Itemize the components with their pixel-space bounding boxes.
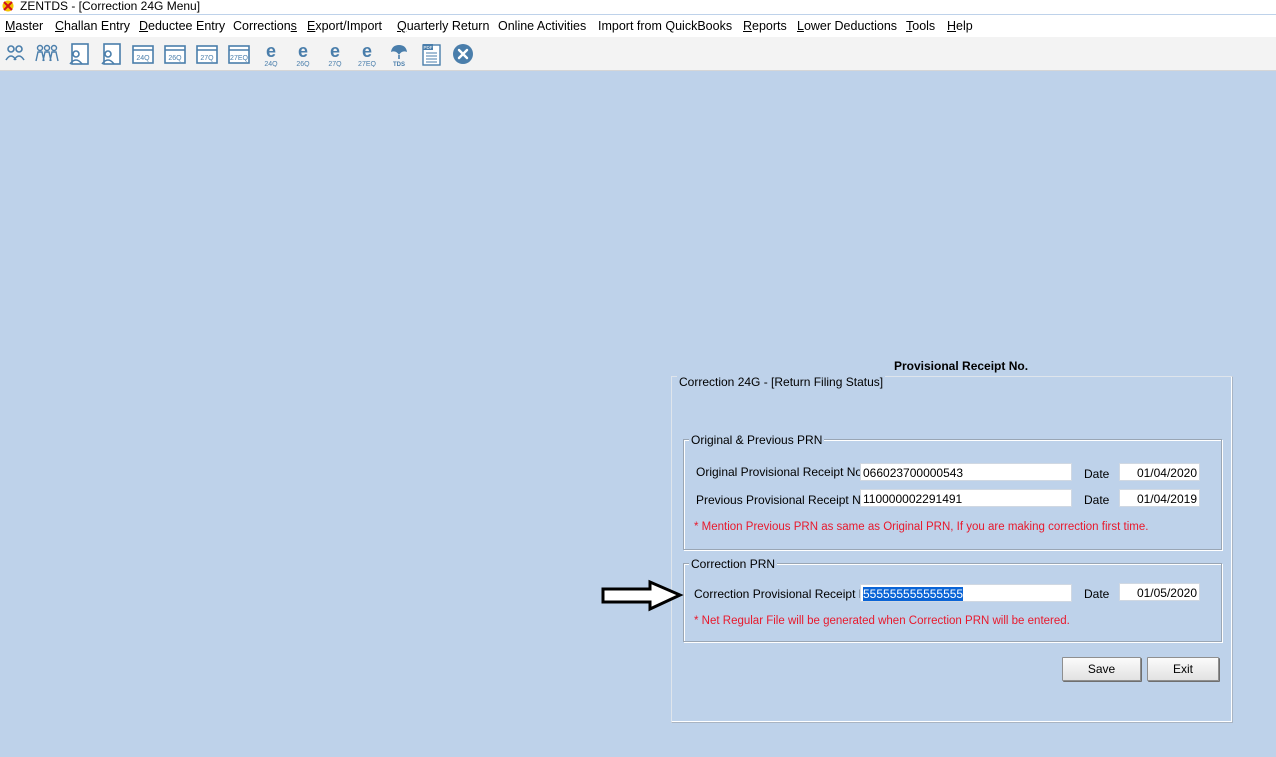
toolbar-tds-logo-icon-tds-button[interactable]: TDS (386, 41, 412, 68)
menu-corrections[interactable]: Corrections (233, 19, 297, 33)
svg-text:27EQ: 27EQ (358, 61, 376, 67)
previous-date-input[interactable]: 01/04/2019 (1119, 489, 1200, 507)
svg-text:26Q: 26Q (296, 61, 310, 67)
svg-text:24Q: 24Q (264, 61, 278, 67)
previous-prn-input[interactable]: 110000002291491 (860, 489, 1072, 507)
svg-text:e: e (298, 41, 308, 61)
pdf-document-icon: PDF (422, 44, 441, 66)
e-return-icon: e24Q (264, 41, 278, 68)
original-date-input[interactable]: 01/04/2020 (1119, 463, 1200, 481)
svg-text:e: e (362, 41, 372, 61)
toolbar-e-return-icon-27q-button[interactable]: e 27Q (322, 41, 348, 68)
selected-text: 555555555555555 (863, 587, 964, 601)
correction-date-label: Date (1084, 587, 1110, 601)
toolbar-person-form-icon-button[interactable] (66, 41, 92, 67)
toolbar: 24Q 26Q 27Q 27EQ e 24Q e 26Q e 27Q e 27EQ TDS PDF (0, 37, 1276, 71)
svg-text:27EQ: 27EQ (230, 55, 248, 62)
original-prn-input[interactable]: 066023700000543 (860, 463, 1072, 481)
previous-date-label: Date (1084, 493, 1110, 507)
correction-prn-legend: Correction PRN (689, 557, 778, 571)
previous-prn-note: * Mention Previous PRN as same as Origin… (694, 521, 1149, 533)
svg-text:TDS: TDS (393, 62, 405, 67)
form-icon: 27EQ (228, 45, 250, 64)
menu-online-activities[interactable]: Online Activities (498, 19, 586, 33)
toolbar-pdf-document-icon-pdf-button[interactable]: PDF (418, 41, 444, 67)
toolbar-form-icon-26q-button[interactable]: 26Q (162, 41, 188, 67)
correction-24g-legend: Correction 24G - [Return Filing Status] (677, 375, 886, 389)
menu-master[interactable]: Master (5, 19, 43, 33)
e-return-icon: e27Q (328, 41, 342, 68)
svg-text:e: e (266, 41, 276, 61)
form-icon: 24Q (132, 45, 154, 64)
svg-text:24Q: 24Q (136, 55, 150, 62)
toolbar-e-return-icon-27eq-button[interactable]: e 27EQ (354, 41, 380, 68)
correction-prn-label: Correction Provisional Receipt No. (694, 587, 878, 601)
menu-import-from-quickbooks[interactable]: Import from QuickBooks (598, 19, 732, 33)
menu-reports[interactable]: Reports (743, 19, 787, 33)
e-return-icon: e27EQ (358, 41, 376, 68)
toolbar-e-return-icon-26q-button[interactable]: e 26Q (290, 41, 316, 68)
person-form-icon (101, 43, 121, 65)
correction-prn-note: * Net Regular File will be generated whe… (694, 615, 1070, 627)
svg-text:PDF: PDF (424, 45, 433, 50)
toolbar-form-icon-27eq-button[interactable]: 27EQ (226, 41, 252, 67)
exit-button[interactable]: Exit (1147, 657, 1219, 681)
menu-tools[interactable]: Tools (906, 19, 935, 33)
svg-text:e: e (330, 41, 340, 61)
toolbar-e-return-icon-24q-button[interactable]: e 24Q (258, 41, 284, 68)
annotation-arrow-icon (601, 579, 684, 612)
tds-logo-icon: TDS (391, 45, 407, 68)
menu-quarterly-return[interactable]: Quarterly Return (397, 19, 489, 33)
correction-date-input[interactable]: 01/05/2020 (1119, 583, 1200, 601)
group-people-icon (35, 44, 59, 62)
toolbar-close-circle-icon-button[interactable] (450, 41, 476, 67)
save-button[interactable]: Save (1062, 657, 1141, 681)
svg-text:26Q: 26Q (168, 55, 182, 62)
form-heading: Provisional Receipt No. (894, 359, 1029, 373)
menu-export-import[interactable]: Export/Import (307, 19, 382, 33)
close-circle-icon (453, 44, 473, 64)
original-previous-prn-legend: Original & Previous PRN (689, 433, 825, 447)
toolbar-single-person-icon-button[interactable] (2, 41, 28, 67)
toolbar-form-icon-24q-button[interactable]: 24Q (130, 41, 156, 67)
menu-help[interactable]: Help (947, 19, 973, 33)
form-icon: 26Q (164, 45, 186, 64)
correction-prn-input[interactable]: 555555555555555 (860, 584, 1072, 602)
toolbar-person-form-icon-button[interactable] (98, 41, 124, 67)
original-prn-label: Original Provisional Receipt No. (696, 465, 866, 479)
svg-text:27Q: 27Q (200, 55, 214, 62)
menu-bar: Master Challan Entry Deductee Entry Correct… (0, 15, 1276, 37)
e-return-icon: e26Q (296, 41, 310, 68)
toolbar-group-people-icon-button[interactable] (34, 41, 60, 67)
single-person-icon (5, 45, 25, 61)
toolbar-form-icon-27q-button[interactable]: 27Q (194, 41, 220, 67)
menu-challan-entry[interactable]: Challan Entry (55, 19, 130, 33)
menu-lower-deductions[interactable]: Lower Deductions (797, 19, 897, 33)
previous-prn-label: Previous Provisional Receipt No. (696, 493, 871, 507)
app-logo-icon (2, 0, 14, 12)
original-date-label: Date (1084, 467, 1110, 481)
menu-deductee-entry[interactable]: Deductee Entry (139, 19, 225, 33)
svg-text:27Q: 27Q (328, 61, 342, 67)
window-title: ZENTDS - [Correction 24G Menu] (20, 0, 201, 13)
title-bar: ZENTDS - [Correction 24G Menu] (0, 0, 1276, 14)
form-icon: 27Q (196, 45, 218, 64)
person-form-icon (69, 43, 89, 65)
